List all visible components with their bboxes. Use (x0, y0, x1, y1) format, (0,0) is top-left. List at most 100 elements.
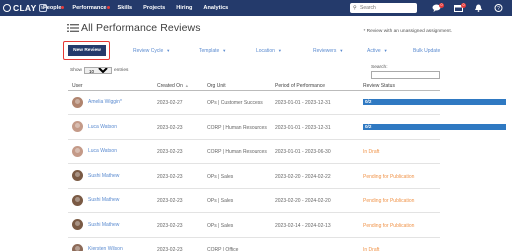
column-header-period[interactable]: Period of Performance (275, 83, 325, 89)
calendar-icon[interactable]: 0 (454, 3, 466, 12)
progress-label: 0/2 (365, 123, 372, 129)
nav-item-projects[interactable]: Projects (143, 5, 165, 11)
review-cycle-filter[interactable]: Review Cycle ▼ (133, 48, 170, 54)
table-header: User Created On ▲ Org Unit Period of Perf… (68, 80, 440, 91)
reviewers-filter[interactable]: Reviewers ▼ (313, 48, 343, 54)
user-link[interactable]: Sushi Mathew (88, 222, 119, 228)
user-cell: Kiersten Wilson (72, 241, 123, 251)
clay-logo[interactable]: CLAY hr (3, 2, 47, 14)
logo-text: CLAY (13, 3, 37, 13)
page-title: All Performance Reviews (81, 22, 201, 34)
user-cell: Sushi Mathew (72, 168, 119, 184)
created-on-cell: 2023-02-23 (157, 124, 183, 131)
sort-icon: ▲ (184, 83, 189, 88)
entries-label: entries (114, 68, 129, 73)
bulk-update-link[interactable]: Bulk Update (413, 48, 440, 54)
nav-item-performance[interactable]: Performance (72, 5, 110, 11)
created-on-cell: 2023-02-23 (157, 149, 183, 155)
avatar (72, 219, 83, 230)
notification-dot (106, 6, 110, 9)
org-unit-cell: CORP | Human Resources (207, 149, 267, 155)
table-row: Sushi Mathew 2023-02-23 OPs | Sales 2023-02… (68, 214, 440, 238)
bell-icon[interactable] (474, 4, 483, 12)
main-menu: People Performance Skills Projects Hirin… (43, 0, 239, 16)
user-link[interactable]: Amelia Wiggin* (88, 99, 122, 105)
org-unit-cell: OPs | Sales (207, 222, 234, 229)
calendar-badge: 0 (461, 3, 466, 8)
review-progress-bar[interactable]: 0/2 (363, 123, 506, 130)
avatar (72, 121, 83, 132)
help-icon[interactable]: ? (494, 4, 503, 12)
svg-text:?: ? (497, 6, 500, 12)
review-progress-bar[interactable]: 0/2 (363, 99, 506, 105)
org-unit-cell: OPs | Sales (207, 173, 234, 180)
user-link[interactable]: Sushi Mathew (88, 197, 119, 203)
avatar (72, 170, 83, 181)
unassigned-note: * Review with an unassigned assignment. (363, 29, 452, 34)
entries-select[interactable]: 10 (84, 67, 112, 74)
table-row: Luca Watson 2023-02-23 CORP | Human Resour… (68, 140, 440, 164)
avatar (72, 243, 83, 251)
user-cell: Amelia Wiggin* (72, 94, 122, 110)
table-row: Luca Watson 2023-02-23 CORP | Human Resour… (68, 116, 506, 140)
org-unit-cell: OPs | Sales (207, 198, 234, 204)
show-label: Show (70, 68, 82, 73)
caret-down-icon: ▼ (277, 48, 282, 53)
global-search[interactable]: ⚲ (350, 3, 417, 13)
period-cell: 2023-01-01 - 2023-12-31 (275, 124, 331, 131)
avatar (72, 96, 83, 108)
search-icon: ⚲ (353, 4, 357, 11)
period-cell: 2023-02-20 - 2024-02-22 (275, 173, 331, 180)
filter-toolbar: New Review Review Cycle ▼ Template ▼ Locat… (0, 41, 512, 60)
progress-label: 0/2 (365, 99, 372, 104)
created-on-cell: 2023-02-23 (157, 173, 183, 180)
nav-item-skills[interactable]: Skills (118, 5, 133, 11)
global-search-input[interactable] (360, 4, 414, 12)
user-link[interactable]: Luca Watson (88, 148, 117, 154)
org-unit-cell: CORP | Human Resources (207, 124, 267, 131)
page-header: All Performance Reviews (67, 21, 201, 35)
review-status-text: Pending for Publication (363, 173, 415, 180)
caret-down-icon: ▼ (383, 48, 388, 53)
org-unit-cell: CORP | Office (207, 247, 239, 251)
period-cell: 2023-02-20 - 2024-02-20 (275, 198, 331, 204)
column-header-org-unit[interactable]: Org Unit (207, 83, 226, 89)
progress-fill (363, 99, 506, 105)
nav-item-hiring[interactable]: Hiring (176, 5, 192, 11)
review-status-text: In Draft (363, 247, 380, 251)
caret-down-icon: ▼ (222, 48, 227, 53)
notification-dot (61, 6, 65, 9)
review-status-text: Pending for Publication (363, 198, 415, 204)
list-icon (67, 24, 79, 32)
period-cell: 2023-01-01 - 2023-06-30 (275, 149, 331, 155)
created-on-cell: 2023-02-23 (157, 198, 183, 204)
column-header-created-on[interactable]: Created On ▲ (157, 83, 189, 89)
user-cell: Sushi Mathew (72, 217, 119, 233)
user-cell: Sushi Mathew (72, 192, 119, 208)
avatar (72, 194, 83, 206)
created-on-cell: 2023-02-23 (157, 222, 183, 229)
table-search-input[interactable] (371, 71, 440, 79)
active-filter[interactable]: Active ▼ (367, 48, 388, 54)
chat-badge: 0 (439, 3, 444, 8)
chat-icon[interactable]: 0 (432, 3, 444, 12)
table-row: Amelia Wiggin* 2023-02-27 OPs | Customer S… (68, 91, 506, 115)
location-filter[interactable]: Location ▼ (256, 48, 282, 54)
column-header-user[interactable]: User (72, 83, 83, 89)
review-status-text: In Draft (363, 149, 380, 155)
user-link[interactable]: Sushi Mathew (88, 173, 119, 179)
table-search-label: Search: (371, 65, 388, 70)
column-header-review-status[interactable]: Review Status (363, 83, 395, 89)
template-filter[interactable]: Template ▼ (199, 48, 226, 54)
created-on-cell: 2023-02-27 (157, 100, 183, 106)
user-link[interactable]: Kiersten Wilson (88, 246, 123, 251)
table-row: Sushi Mathew 2023-02-23 OPs | Sales 2023-02… (68, 189, 440, 213)
user-cell: Luca Watson (72, 143, 117, 159)
user-cell: Luca Watson (72, 119, 117, 135)
created-on-cell: 2023-02-23 (157, 247, 183, 251)
caret-down-icon: ▼ (339, 48, 344, 53)
new-review-button[interactable]: New Review (68, 45, 106, 56)
user-link[interactable]: Luca Watson (88, 124, 117, 130)
nav-item-analytics[interactable]: Analytics (203, 5, 228, 11)
nav-item-people[interactable]: People (43, 5, 65, 11)
